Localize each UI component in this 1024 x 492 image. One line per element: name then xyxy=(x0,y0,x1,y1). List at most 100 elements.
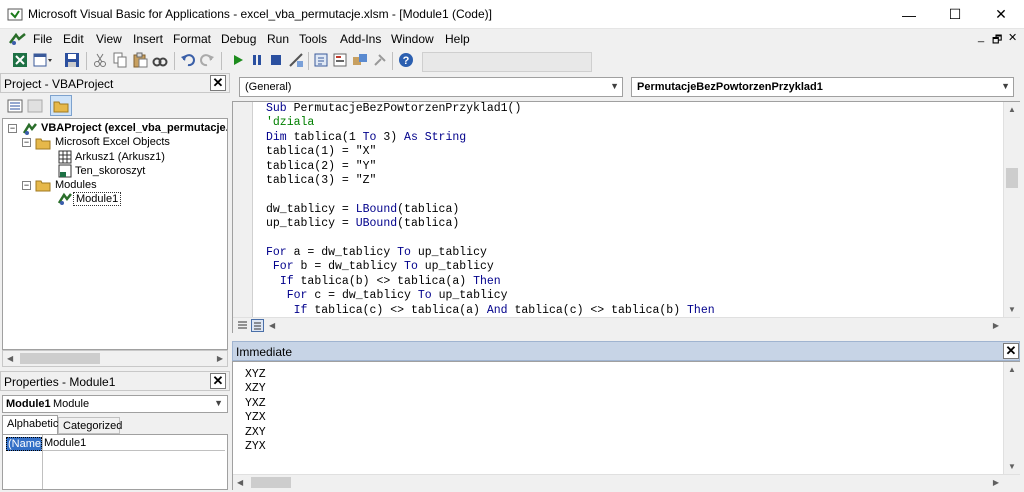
scroll-left-icon[interactable]: ◀ xyxy=(269,321,275,330)
insert-userform-icon[interactable] xyxy=(33,52,53,68)
modules-collapse-toggle[interactable]: − xyxy=(22,181,31,190)
project-horizontal-scrollbar[interactable]: ◀ ▶ xyxy=(2,350,228,367)
scroll-down-icon[interactable]: ▼ xyxy=(1008,305,1016,314)
maximize-button[interactable]: ☐ xyxy=(932,0,978,29)
immediate-line[interactable]: ZYX xyxy=(245,440,266,454)
code-line[interactable]: tablica(2) = "Y" xyxy=(266,160,715,174)
immediate-output[interactable]: XYZ XZY YXZ YZX ZXY ZYX xyxy=(245,368,266,454)
immediate-horizontal-scrollbar[interactable]: ◀ ▶ xyxy=(233,474,1020,490)
scroll-up-icon[interactable]: ▲ xyxy=(1008,105,1016,114)
menu-insert[interactable]: Insert xyxy=(133,32,163,46)
procedure-view-icon[interactable] xyxy=(236,319,249,332)
code-text[interactable]: Sub PermutacjeBezPowtorzenPrzyklad1()'dz… xyxy=(266,102,715,318)
scroll-up-icon[interactable]: ▲ xyxy=(1008,365,1016,374)
code-vertical-scrollbar[interactable]: ▲ ▼ xyxy=(1003,102,1020,317)
code-line[interactable]: tablica(1) = "X" xyxy=(266,145,715,159)
code-line[interactable] xyxy=(266,188,715,202)
code-line[interactable]: For a = dw_tablicy To up_tablicy xyxy=(266,246,715,260)
tree-item-ten-skoroszyt[interactable]: Ten_skoroszyt xyxy=(75,165,145,177)
close-button[interactable]: ✕ xyxy=(978,0,1024,29)
menu-add-ins[interactable]: Add-Ins xyxy=(340,32,381,46)
menu-file[interactable]: File xyxy=(33,32,52,46)
design-mode-icon[interactable] xyxy=(288,52,304,68)
scroll-right-icon[interactable]: ▶ xyxy=(217,354,223,363)
immediate-line[interactable]: XZY xyxy=(245,382,266,396)
code-line[interactable]: If tablica(c) <> tablica(a) And tablica(… xyxy=(266,304,715,318)
properties-window-icon[interactable] xyxy=(332,52,348,68)
full-module-view-icon[interactable] xyxy=(251,319,264,332)
tree-item-modules[interactable]: Modules xyxy=(55,179,97,191)
tab-categorized[interactable]: Categorized xyxy=(58,417,122,434)
view-code-icon[interactable] xyxy=(7,98,23,114)
scroll-down-icon[interactable]: ▼ xyxy=(1008,462,1016,471)
tree-item-module1[interactable]: Module1 xyxy=(73,192,122,206)
scroll-left-icon[interactable]: ◀ xyxy=(7,354,13,363)
code-margin-indicator-bar[interactable] xyxy=(233,102,253,317)
immediate-window[interactable]: XYZ XZY YXZ YZX ZXY ZYX ▲ ▼ ◀ ▶ xyxy=(232,361,1020,490)
object-combo[interactable]: (General) ▼ xyxy=(239,77,623,97)
code-line[interactable] xyxy=(266,232,715,246)
code-line[interactable]: For c = dw_tablicy To up_tablicy xyxy=(266,289,715,303)
code-line[interactable]: Sub PermutacjeBezPowtorzenPrzyklad1() xyxy=(266,102,715,116)
undo-icon[interactable] xyxy=(180,52,196,68)
menu-tools[interactable]: Tools xyxy=(299,32,327,46)
code-line[interactable]: dw_tablicy = LBound(tablica) xyxy=(266,203,715,217)
objects-collapse-toggle[interactable]: − xyxy=(22,138,31,147)
procedure-combo[interactable]: PermutacjeBezPowtorzenPrzyklad1 ▼ xyxy=(631,77,1014,97)
menu-format[interactable]: Format xyxy=(173,32,211,46)
root-collapse-toggle[interactable]: − xyxy=(8,124,17,133)
project-panel-close-button[interactable]: ✕ xyxy=(210,75,226,91)
view-excel-icon[interactable] xyxy=(12,52,28,68)
mdi-close-button[interactable]: ✕ xyxy=(1008,31,1017,44)
immediate-close-button[interactable]: ✕ xyxy=(1003,343,1019,359)
vba-menu-icon[interactable] xyxy=(8,31,28,47)
project-explorer-icon[interactable] xyxy=(313,52,329,68)
property-name-cell[interactable]: (Name) xyxy=(6,437,45,451)
menu-view[interactable]: View xyxy=(96,32,122,46)
object-browser-icon[interactable] xyxy=(352,52,368,68)
code-line[interactable]: For b = dw_tablicy To up_tablicy xyxy=(266,260,715,274)
code-editor[interactable]: Sub PermutacjeBezPowtorzenPrzyklad1()'dz… xyxy=(232,101,1020,333)
view-object-icon[interactable] xyxy=(27,98,43,114)
immediate-line[interactable]: ZXY xyxy=(245,426,266,440)
tab-alphabetic[interactable]: Alphabetic xyxy=(2,415,58,434)
tree-item-arkusz1[interactable]: Arkusz1 (Arkusz1) xyxy=(75,151,165,163)
properties-panel-close-button[interactable]: ✕ xyxy=(210,373,226,389)
code-line[interactable]: If tablica(b) <> tablica(a) Then xyxy=(266,275,715,289)
property-value-cell[interactable]: Module1 xyxy=(43,437,225,451)
toggle-folders-button[interactable] xyxy=(50,95,72,116)
mdi-restore-button[interactable]: 🗗 xyxy=(992,31,1002,50)
save-icon[interactable] xyxy=(64,52,80,68)
immediate-line[interactable]: XYZ xyxy=(245,368,266,382)
redo-icon[interactable] xyxy=(199,52,215,68)
help-icon[interactable]: ? xyxy=(398,52,414,68)
menu-help[interactable]: Help xyxy=(445,32,470,46)
menu-edit[interactable]: Edit xyxy=(63,32,84,46)
immediate-vertical-scrollbar[interactable]: ▲ ▼ xyxy=(1003,362,1020,474)
scroll-right-icon[interactable]: ▶ xyxy=(993,321,999,330)
scroll-left-icon[interactable]: ◀ xyxy=(237,478,243,487)
menu-debug[interactable]: Debug xyxy=(221,32,256,46)
code-line[interactable]: Dim tablica(1 To 3) As String xyxy=(266,131,715,145)
mdi-minimize-button[interactable]: _ xyxy=(978,31,984,43)
copy-icon[interactable] xyxy=(112,52,128,68)
paste-icon[interactable] xyxy=(132,52,148,68)
cut-icon[interactable] xyxy=(92,52,108,68)
code-line[interactable]: tablica(3) = "Z" xyxy=(266,174,715,188)
break-icon[interactable] xyxy=(249,52,265,68)
scroll-right-icon[interactable]: ▶ xyxy=(993,478,999,487)
toolbox-icon[interactable] xyxy=(372,52,388,68)
menu-window[interactable]: Window xyxy=(391,32,434,46)
find-icon[interactable] xyxy=(152,52,168,68)
immediate-line[interactable]: YXZ xyxy=(245,397,266,411)
minimize-button[interactable]: — xyxy=(886,0,932,29)
code-horizontal-scrollbar[interactable]: ◀ ▶ xyxy=(233,317,1020,333)
reset-icon[interactable] xyxy=(268,52,284,68)
immediate-line[interactable]: YZX xyxy=(245,411,266,425)
run-icon[interactable] xyxy=(230,52,246,68)
tree-item-vbaproject[interactable]: VBAProject (excel_vba_permutacje.xlsm) xyxy=(41,122,227,134)
tree-item-excel-objects[interactable]: Microsoft Excel Objects xyxy=(55,136,170,148)
code-line[interactable]: 'dziala xyxy=(266,116,715,130)
code-line[interactable]: up_tablicy = UBound(tablica) xyxy=(266,217,715,231)
object-selector-combo[interactable]: Module1 Module ▼ xyxy=(2,395,228,413)
